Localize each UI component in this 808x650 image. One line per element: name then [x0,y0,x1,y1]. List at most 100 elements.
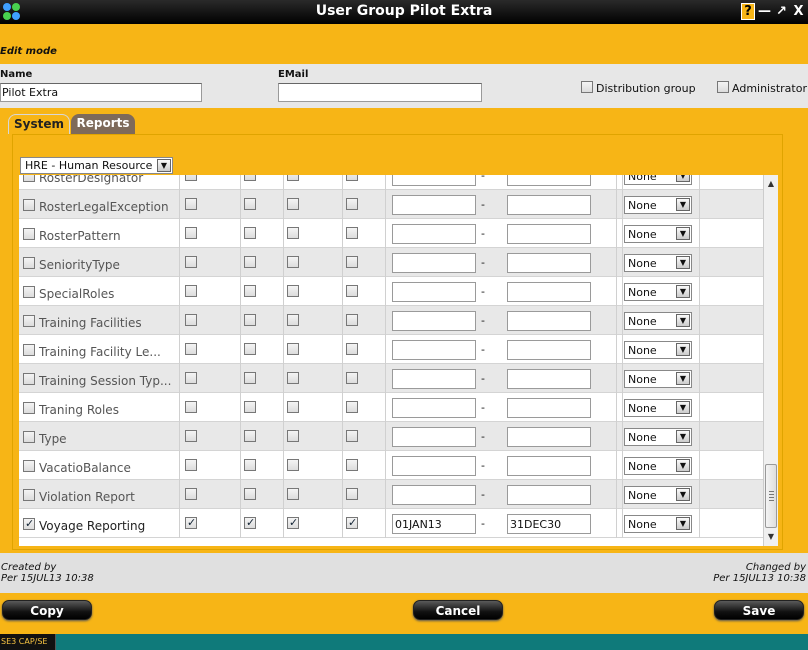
permission-checkbox[interactable] [244,227,256,239]
row-select-checkbox[interactable] [23,459,35,472]
distribution-group-checkbox[interactable] [581,80,593,93]
permission-checkbox[interactable] [185,516,197,529]
tab-system[interactable]: System [8,114,70,134]
valid-from-input[interactable] [392,456,476,476]
name-input[interactable]: Pilot Extra [0,83,202,102]
row-select-checkbox[interactable] [23,401,35,414]
access-level-select[interactable]: None ▼ [624,486,692,504]
row-select-checkbox[interactable] [23,372,35,385]
scroll-up-icon[interactable]: ▲ [764,177,778,191]
permission-checkbox[interactable] [185,372,197,384]
valid-to-input[interactable] [507,253,591,273]
permission-checkbox[interactable] [185,256,197,268]
valid-from-input[interactable] [392,195,476,215]
access-level-select[interactable]: None ▼ [624,254,692,272]
valid-to-input[interactable]: 31DEC30 [507,514,591,534]
permission-checkbox[interactable] [287,227,299,239]
permission-checkbox[interactable] [244,516,256,529]
valid-to-input[interactable] [507,398,591,418]
save-button[interactable]: Save [714,600,804,620]
permission-checkbox[interactable] [346,430,358,442]
valid-to-input[interactable] [507,369,591,389]
chevron-down-icon[interactable]: ▼ [676,198,690,211]
permission-checkbox[interactable] [287,488,299,500]
title-bar[interactable]: User Group Pilot Extra ? — ↗ X [0,0,808,24]
scroll-down-icon[interactable]: ▼ [764,530,778,544]
permission-checkbox[interactable] [346,401,358,413]
permission-checkbox[interactable] [287,372,299,384]
access-level-select[interactable]: None ▼ [624,196,692,214]
permission-checkbox[interactable] [185,488,197,500]
chevron-down-icon[interactable]: ▼ [676,488,690,501]
valid-from-input[interactable] [392,340,476,360]
permission-checkbox[interactable] [185,459,197,471]
access-level-select[interactable]: None ▼ [624,428,692,446]
administrator-option[interactable]: Administrator [717,80,807,95]
permission-checkbox[interactable] [287,285,299,297]
permission-checkbox[interactable] [287,343,299,355]
permission-checkbox[interactable] [346,285,358,297]
row-select-checkbox[interactable] [23,198,35,211]
permission-checkbox[interactable] [244,459,256,471]
module-select[interactable]: HRE - Human Resource ▼ [20,157,173,174]
permission-checkbox[interactable] [346,175,358,181]
valid-from-input[interactable] [392,369,476,389]
permission-checkbox[interactable] [244,488,256,500]
valid-from-input[interactable] [392,485,476,505]
valid-to-input[interactable] [507,224,591,244]
permission-checkbox[interactable] [244,372,256,384]
permission-checkbox[interactable] [185,227,197,239]
row-select-checkbox[interactable] [23,314,35,327]
valid-to-input[interactable] [507,340,591,360]
minimize-icon[interactable]: — [757,3,772,21]
permission-checkbox[interactable] [346,198,358,210]
chevron-down-icon[interactable]: ▼ [676,372,690,385]
valid-from-input[interactable] [392,311,476,331]
permission-checkbox[interactable] [287,175,299,181]
distribution-group-option[interactable]: Distribution group [581,80,696,95]
vertical-scrollbar[interactable]: ▲ ▼ [763,175,778,546]
permission-checkbox[interactable] [185,175,197,181]
permission-checkbox[interactable] [185,285,197,297]
permission-checkbox[interactable] [244,314,256,326]
permission-checkbox[interactable] [185,401,197,413]
permission-checkbox[interactable] [185,198,197,210]
permission-checkbox[interactable] [244,285,256,297]
permission-checkbox[interactable] [287,459,299,471]
valid-from-input[interactable] [392,224,476,244]
scroll-thumb[interactable] [765,464,777,528]
valid-to-input[interactable] [507,427,591,447]
row-select-checkbox[interactable] [23,285,35,298]
chevron-down-icon[interactable]: ▼ [676,430,690,443]
copy-button[interactable]: Copy [2,600,92,620]
permission-checkbox[interactable] [244,343,256,355]
chevron-down-icon[interactable]: ▼ [676,314,690,327]
valid-to-input[interactable] [507,456,591,476]
permission-checkbox[interactable] [346,459,358,471]
row-select-checkbox[interactable] [23,517,35,530]
permission-checkbox[interactable] [185,343,197,355]
permission-checkbox[interactable] [244,401,256,413]
chevron-down-icon[interactable]: ▼ [157,159,171,172]
help-icon[interactable]: ? [741,3,755,20]
access-level-select[interactable]: None ▼ [624,225,692,243]
permission-checkbox[interactable] [287,256,299,268]
permission-checkbox[interactable] [346,343,358,355]
chevron-down-icon[interactable]: ▼ [676,256,690,269]
permission-checkbox[interactable] [287,401,299,413]
permission-checkbox[interactable] [346,227,358,239]
chevron-down-icon[interactable]: ▼ [676,459,690,472]
access-level-select[interactable]: None ▼ [624,370,692,388]
access-level-select[interactable]: None ▼ [624,515,692,533]
valid-to-input[interactable] [507,195,591,215]
permission-checkbox[interactable] [244,256,256,268]
valid-from-input[interactable] [392,175,476,186]
administrator-checkbox[interactable] [717,80,729,93]
access-level-select[interactable]: None ▼ [624,175,692,185]
permission-checkbox[interactable] [346,372,358,384]
row-select-checkbox[interactable] [23,256,35,269]
permission-checkbox[interactable] [346,488,358,500]
chevron-down-icon[interactable]: ▼ [676,517,690,530]
valid-to-input[interactable] [507,311,591,331]
valid-from-input[interactable] [392,282,476,302]
